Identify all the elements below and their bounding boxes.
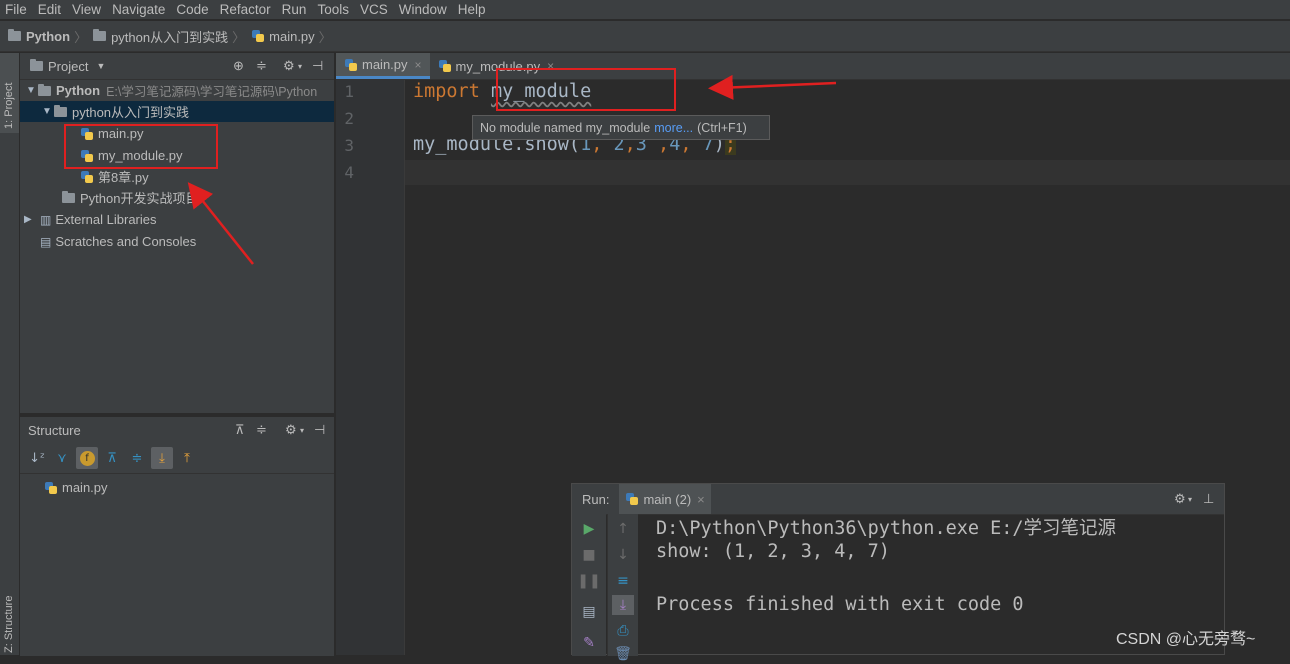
console-line: show: (1, 2, 3, 4, 7) (656, 541, 890, 562)
pin-icon[interactable]: ✎ (578, 633, 600, 653)
scroll-to-end-icon[interactable]: ⤓ (612, 595, 634, 615)
trash-icon[interactable]: 🗑 (612, 644, 634, 664)
annotation-arrow (708, 74, 837, 100)
soft-wrap-icon[interactable]: ≡ (612, 571, 634, 591)
run-side-toolbar: ▶ ■ ❚❚ ▤ ✎ (572, 514, 606, 656)
watermark: CSDN @心无旁骛~ (1116, 631, 1256, 648)
annotation-arrow (187, 182, 254, 265)
up-arrow-icon[interactable]: ↑ (612, 519, 634, 539)
python-file-icon (625, 492, 639, 506)
gear-icon[interactable]: ⚙ (1174, 491, 1186, 507)
run-tab-main[interactable]: main (2) × (619, 484, 711, 514)
down-arrow-icon[interactable]: ↓ (612, 545, 634, 565)
hide-panel-icon[interactable]: ⊥ (1203, 491, 1214, 507)
print-icon[interactable]: ⎙ (612, 621, 634, 641)
layout-icon[interactable]: ▤ (578, 602, 600, 622)
run-panel-header: Run: main (2) × ⚙ ▾ ⊥ (572, 484, 1224, 515)
close-icon[interactable]: × (697, 492, 705, 507)
run-side-toolbar-2: ↑ ↓ ≡ ⤓ ⎙ 🗑 (607, 514, 638, 662)
stop-icon[interactable]: ■ (578, 545, 600, 565)
pause-icon[interactable]: ❚❚ (577, 571, 600, 591)
console-line: D:\Python\Python36\python.exe E:/学习笔记源 (656, 518, 1117, 539)
gear-dropdown-icon[interactable]: ▾ (1188, 495, 1192, 504)
console-line: Process finished with exit code 0 (656, 594, 1024, 615)
run-label: Run: (582, 491, 610, 507)
rerun-icon[interactable]: ▶ (578, 519, 600, 539)
